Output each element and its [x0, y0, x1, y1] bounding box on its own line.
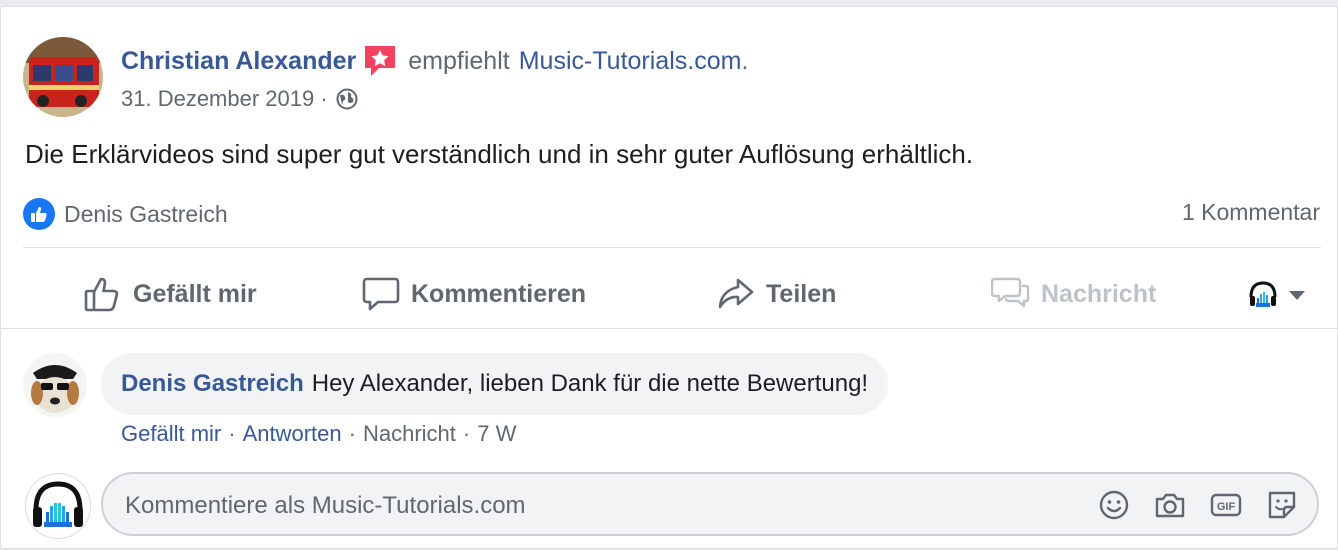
comment-bubble: Denis Gastreich Hey Alexander, lieben Da…	[101, 353, 889, 415]
post-card: Christian Alexander empfiehlt Music-Tuto…	[0, 6, 1338, 549]
comment-message-link: Nachricht	[362, 421, 456, 446]
comment-like-link[interactable]: Gefällt mir	[121, 421, 221, 447]
author-avatar[interactable]	[23, 37, 103, 117]
post-date-link[interactable]: 31. Dezember 2019	[121, 86, 314, 112]
post-meta: 31. Dezember 2019 ·	[121, 85, 358, 113]
emoji-icon[interactable]	[1097, 488, 1131, 522]
comment-sep: ·	[462, 421, 471, 446]
message-bubbles-icon	[990, 274, 1031, 314]
recommends-text: empfiehlt	[408, 46, 510, 75]
page-headphones-icon	[1249, 281, 1277, 307]
post-text: Die Erklärvideos sind super gut verständ…	[25, 139, 974, 169]
svg-text:GIF: GIF	[1217, 501, 1236, 513]
gif-icon[interactable]: GIF	[1209, 488, 1243, 522]
comment-count-link[interactable]: 1 Kommentar	[1182, 199, 1320, 226]
author-name-link[interactable]: Christian Alexander	[121, 47, 356, 76]
comment-reply-link[interactable]: Antworten	[243, 421, 342, 447]
composer-icons: GIF	[1075, 488, 1299, 522]
comment-sep: ·	[348, 421, 356, 446]
share-arrow-icon	[716, 274, 756, 314]
meta-separator: ·	[320, 86, 328, 111]
comment-button[interactable]: Kommentieren	[361, 259, 586, 329]
like-button[interactable]: Gefällt mir	[83, 259, 257, 329]
post-header: Christian Alexander empfiehlt Music-Tuto…	[121, 41, 748, 81]
post-actions: Gefällt mir Kommentieren Teilen Nachrich…	[1, 259, 1337, 329]
composer-avatar	[25, 473, 91, 539]
recommendation-icon	[362, 43, 398, 79]
camera-icon[interactable]	[1153, 488, 1187, 522]
like-badge-icon	[23, 198, 55, 230]
comment-bubble-icon	[361, 274, 401, 314]
like-label: Gefällt mir	[133, 279, 257, 308]
comment-input[interactable]	[123, 486, 1067, 526]
commenter-name-link[interactable]: Denis Gastreich	[121, 370, 304, 398]
comment-time[interactable]: 7 W	[477, 421, 516, 447]
globe-icon[interactable]	[336, 88, 358, 110]
comment-composer: GIF	[101, 472, 1319, 536]
comments-divider	[1, 328, 1337, 329]
share-label: Teilen	[766, 279, 837, 308]
reaction-names: Denis Gastreich	[64, 200, 228, 227]
reactions-summary[interactable]: Denis Gastreich	[23, 197, 228, 231]
chevron-down-icon	[1289, 291, 1305, 300]
message-button: Nachricht	[990, 259, 1157, 329]
comment-actions: Gefällt mir · Antworten · Nachricht · 7 …	[121, 421, 516, 447]
share-button[interactable]: Teilen	[716, 259, 836, 329]
thumbs-up-icon	[83, 274, 123, 314]
divider	[23, 247, 1321, 248]
post-as-selector[interactable]	[1247, 277, 1307, 313]
message-label: Nachricht	[1041, 279, 1157, 308]
comment-sep: ·	[228, 421, 236, 446]
header-period: .	[741, 46, 749, 75]
comment-text: Hey Alexander, lieben Dank für die nette…	[311, 370, 869, 397]
sticker-icon[interactable]	[1265, 488, 1299, 522]
commenter-avatar[interactable]	[23, 353, 87, 417]
page-name-link[interactable]: Music-Tutorials.com	[519, 47, 742, 76]
comment-label: Kommentieren	[411, 279, 587, 308]
